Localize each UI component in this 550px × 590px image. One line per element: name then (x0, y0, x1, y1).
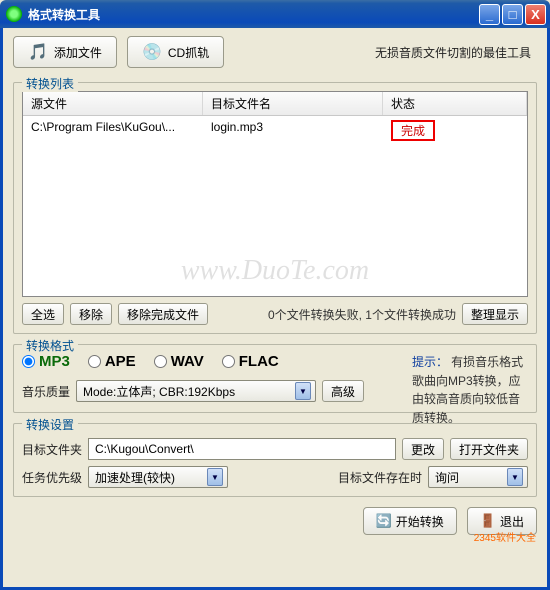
tip-label: 提示： (412, 355, 448, 369)
change-folder-button[interactable]: 更改 (402, 438, 444, 460)
convert-list-group: 转换列表 源文件 目标文件名 状态 C:\Program Files\KuGou… (13, 82, 537, 334)
chevron-down-icon: ▼ (207, 468, 223, 486)
select-all-button[interactable]: 全选 (22, 303, 64, 325)
window-title: 格式转换工具 (28, 6, 477, 23)
settings-legend: 转换设置 (22, 416, 78, 433)
radio-mp3-input[interactable] (22, 355, 35, 368)
quality-value: Mode:立体声; CBR:192Kbps (83, 383, 235, 400)
maximize-button[interactable]: □ (502, 4, 523, 25)
file-list[interactable]: 源文件 目标文件名 状态 C:\Program Files\KuGou\... … (22, 91, 528, 297)
col-target[interactable]: 目标文件名 (203, 92, 383, 115)
radio-flac[interactable]: FLAC (222, 353, 279, 370)
cd-rip-label: CD抓轨 (168, 44, 209, 61)
cell-status: 完成 (383, 118, 527, 143)
minimize-button[interactable]: _ (479, 4, 500, 25)
radio-ape-input[interactable] (88, 355, 101, 368)
tidy-button[interactable]: 整理显示 (462, 303, 528, 325)
quality-label: 音乐质量 (22, 383, 70, 400)
target-folder-value: C:\Kugou\Convert\ (95, 442, 194, 456)
priority-value: 加速处理(较快) (95, 469, 175, 486)
status-badge: 完成 (391, 120, 435, 141)
exists-value: 询问 (435, 469, 459, 486)
col-source[interactable]: 源文件 (23, 92, 203, 115)
exit-label: 退出 (500, 513, 524, 530)
cd-rip-button[interactable]: CD抓轨 (127, 36, 224, 68)
summary-text: 0个文件转换失败, 1个文件转换成功 (268, 306, 456, 323)
priority-combo[interactable]: 加速处理(较快) ▼ (88, 466, 228, 488)
app-icon (6, 6, 22, 22)
list-header: 源文件 目标文件名 状态 (23, 92, 527, 116)
format-legend: 转换格式 (22, 337, 78, 354)
radio-wav[interactable]: WAV (154, 353, 204, 370)
target-folder-input[interactable]: C:\Kugou\Convert\ (88, 438, 396, 460)
cd-icon (142, 42, 162, 62)
priority-label: 任务优先级 (22, 469, 82, 486)
close-button[interactable]: X (525, 4, 546, 25)
advanced-button[interactable]: 高级 (322, 380, 364, 402)
quality-combo[interactable]: Mode:立体声; CBR:192Kbps ▼ (76, 380, 316, 402)
cell-source: C:\Program Files\KuGou\... (23, 118, 203, 143)
col-status[interactable]: 状态 (383, 92, 527, 115)
titlebar: 格式转换工具 _ □ X (0, 0, 550, 28)
start-convert-button[interactable]: 开始转换 (363, 507, 457, 535)
chevron-down-icon: ▼ (295, 382, 311, 400)
radio-ape[interactable]: APE (88, 353, 136, 370)
open-folder-button[interactable]: 打开文件夹 (450, 438, 528, 460)
table-row[interactable]: C:\Program Files\KuGou\... login.mp3 完成 (23, 116, 527, 145)
add-file-label: 添加文件 (54, 44, 102, 61)
exit-icon (480, 513, 496, 529)
tip-box: 提示： 有损音乐格式歌曲向MP3转换，应由较高音质向较低音质转换。 (412, 353, 528, 427)
radio-flac-input[interactable] (222, 355, 235, 368)
music-note-icon (28, 42, 48, 62)
tagline-text: 无损音质文件切割的最佳工具 (375, 44, 537, 61)
remove-button[interactable]: 移除 (70, 303, 112, 325)
convert-list-legend: 转换列表 (22, 75, 78, 92)
exit-button[interactable]: 退出 (467, 507, 537, 535)
target-folder-label: 目标文件夹 (22, 441, 82, 458)
format-group: 转换格式 MP3 APE WAV FLAC 提示： 有损音乐格式歌曲向MP3转换… (13, 344, 537, 413)
exists-label: 目标文件存在时 (338, 469, 422, 486)
add-file-button[interactable]: 添加文件 (13, 36, 117, 68)
cell-target: login.mp3 (203, 118, 383, 143)
radio-wav-input[interactable] (154, 355, 167, 368)
radio-mp3[interactable]: MP3 (22, 353, 70, 370)
exists-combo[interactable]: 询问 ▼ (428, 466, 528, 488)
remove-done-button[interactable]: 移除完成文件 (118, 303, 208, 325)
chevron-down-icon: ▼ (507, 468, 523, 486)
convert-icon (376, 513, 392, 529)
start-label: 开始转换 (396, 513, 444, 530)
settings-group: 转换设置 目标文件夹 C:\Kugou\Convert\ 更改 打开文件夹 任务… (13, 423, 537, 497)
